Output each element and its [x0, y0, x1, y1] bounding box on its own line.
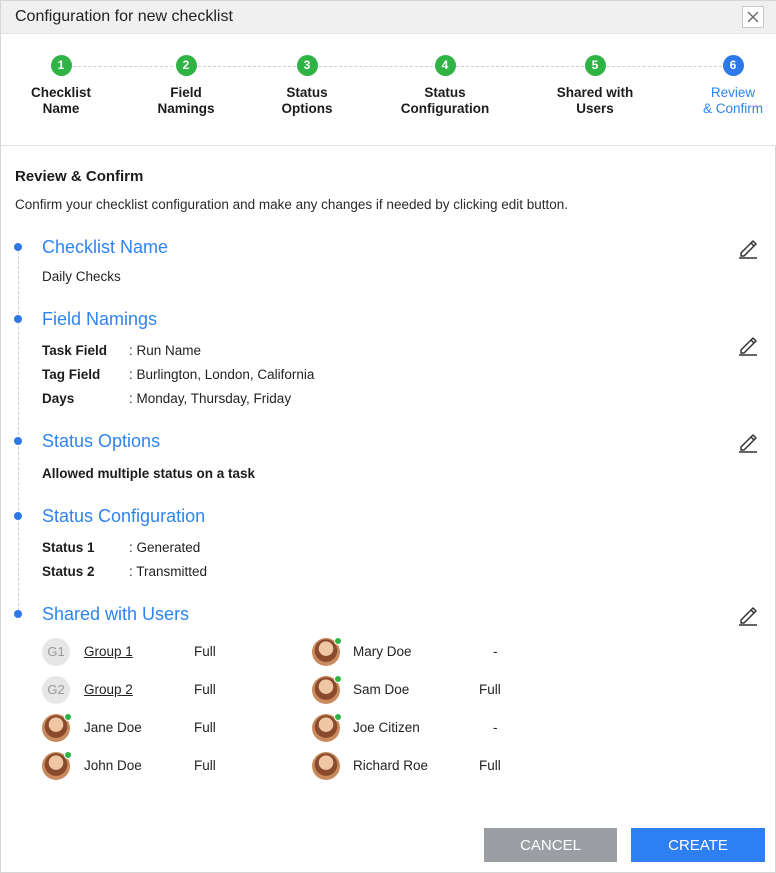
step-number: 4 [434, 55, 456, 76]
review-heading: Review & Confirm [15, 168, 144, 185]
review-description: Confirm your checklist configuration and… [15, 197, 569, 212]
online-status-dot [334, 637, 342, 645]
step-shared-with-users[interactable]: 5 Shared with Users [530, 55, 660, 117]
step-label: Status Options [281, 85, 333, 116]
status-key: Status 2 [42, 564, 95, 579]
status-value: : Transmitted [129, 564, 208, 579]
step-review-confirm[interactable]: 6 Review & Confirm [668, 55, 776, 117]
avatar [42, 713, 72, 742]
user-name: Jane Doe [84, 720, 142, 735]
review-timeline [18, 246, 19, 616]
dialog-titlebar: Configuration for new checklist [1, 1, 776, 34]
avatar [312, 752, 340, 780]
pencil-icon [739, 240, 757, 259]
avatar [312, 713, 342, 742]
status-key: Status 1 [42, 540, 95, 555]
status-value: : Generated [129, 540, 201, 555]
online-status-dot [334, 713, 342, 721]
section-title-checklist-name: Checklist Name [42, 237, 169, 257]
field-key: Task Field [42, 343, 108, 358]
timeline-dot [14, 512, 22, 520]
edit-status-options-button[interactable] [737, 431, 759, 453]
step-status-options[interactable]: 3 Status Options [242, 55, 372, 117]
field-value: : Monday, Thursday, Friday [129, 391, 292, 406]
create-button[interactable]: CREATE [631, 828, 765, 862]
wizard-stepper: 1 Checklist Name 2 Field Namings 3 Status O… [1, 34, 776, 146]
user-permission: - [493, 720, 498, 735]
user-permission: Full [194, 720, 216, 735]
step-label: Status Configuration [400, 85, 490, 116]
user-permission: Full [194, 682, 216, 697]
avatar [312, 675, 342, 704]
user-permission: Full [194, 644, 216, 659]
timeline-dot [14, 437, 22, 445]
pencil-icon [739, 337, 757, 356]
step-status-configuration[interactable]: 4 Status Configuration [380, 55, 510, 117]
group-avatar: G2 [42, 676, 70, 704]
user-permission: Full [479, 758, 501, 773]
step-label: Field Namings [157, 85, 215, 116]
user-name: Joe Citizen [353, 720, 420, 735]
step-number: 3 [296, 55, 318, 76]
dialog-title: Configuration for new checklist [15, 8, 233, 25]
avatar [312, 637, 342, 666]
step-field-namings[interactable]: 2 Field Namings [121, 55, 251, 117]
step-number: 5 [584, 55, 606, 76]
user-name: Sam Doe [353, 682, 410, 697]
checklist-config-dialog: Configuration for new checklist 1 Checkl… [0, 0, 776, 873]
step-number: 6 [722, 55, 744, 76]
user-name: Richard Roe [353, 758, 429, 773]
section-title-status-options: Status Options [42, 431, 161, 451]
field-value: : Run Name [129, 343, 202, 358]
checklist-name-value: Daily Checks [42, 269, 121, 284]
edit-checklist-name-button[interactable] [737, 237, 759, 259]
online-status-dot [64, 713, 72, 721]
section-title-status-configuration: Status Configuration [42, 506, 206, 526]
field-value: : Burlington, London, California [129, 367, 315, 382]
timeline-dot [14, 243, 22, 251]
user-permission: Full [194, 758, 216, 773]
step-number: 2 [175, 55, 197, 76]
online-status-dot [334, 675, 342, 683]
group-avatar: G1 [42, 638, 70, 666]
step-label: Checklist Name [30, 85, 92, 116]
timeline-dot [14, 610, 22, 618]
field-key: Tag Field [42, 367, 101, 382]
user-permission: Full [479, 682, 501, 697]
edit-field-namings-button[interactable] [737, 334, 759, 356]
close-button[interactable] [742, 6, 764, 28]
pencil-icon [739, 434, 757, 453]
avatar [42, 751, 72, 780]
group-name-link[interactable]: Group 1 [84, 644, 133, 659]
user-name: John Doe [84, 758, 142, 773]
step-label: Review & Confirm [702, 85, 763, 116]
edit-shared-users-button[interactable] [737, 604, 759, 626]
user-permission: - [493, 644, 498, 659]
step-label: Shared with Users [556, 85, 634, 116]
timeline-dot [14, 315, 22, 323]
group-name-link[interactable]: Group 2 [84, 682, 133, 697]
cancel-button[interactable]: CANCEL [484, 828, 617, 862]
step-number: 1 [50, 55, 72, 76]
pencil-icon [739, 607, 757, 626]
section-title-field-namings: Field Namings [42, 309, 158, 329]
user-name: Mary Doe [353, 644, 412, 659]
section-title-shared-users: Shared with Users [42, 604, 190, 624]
step-checklist-name[interactable]: 1 Checklist Name [0, 55, 126, 117]
online-status-dot [64, 751, 72, 759]
status-options-value: Allowed multiple status on a task [42, 466, 256, 481]
field-key: Days [42, 391, 75, 406]
close-icon [747, 11, 759, 23]
